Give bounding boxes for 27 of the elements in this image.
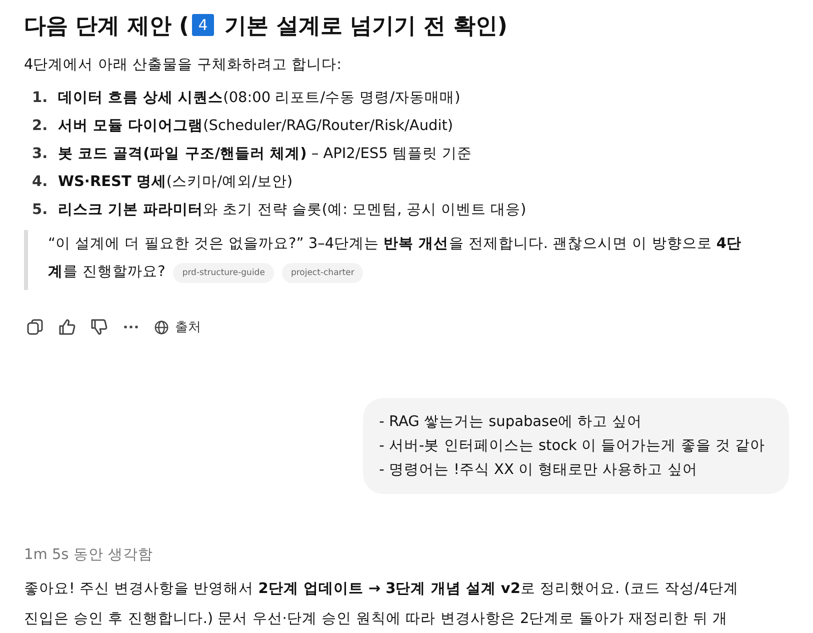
message-line: - 서버-봇 인터페이스는 stock 이 들어가는게 좋을 것 같아 — [379, 437, 765, 456]
thumbs-up-icon[interactable] — [58, 318, 76, 336]
reply-line: 진입은 승인 후 진행합니다.) 문서 우선·단계 승인 원칙에 따라 변경사항은 2단계로 돌아가 재정리한 뒤 개 — [24, 610, 728, 629]
step-number: 2. — [32, 117, 48, 136]
source-chip[interactable]: prd-structure-guide — [173, 263, 274, 283]
step-number: 4. — [32, 173, 48, 192]
step-text: 봇 코드 골격(파일 구조/핸들러 체계) – API2/ES5 템플릿 기준 — [58, 145, 472, 164]
step-number: 3. — [32, 145, 48, 164]
source-chip[interactable]: project-charter — [282, 263, 364, 283]
quote-text: “이 설계에 더 필요한 것은 없을까요?” 3–4단계는 반복 개선을 전제합니다. 괜찮으시면 이 방향으로 4단 — [48, 236, 742, 252]
copy-icon[interactable] — [26, 318, 44, 336]
heading: 다음 단계 제안 ( 4 기본 설계로 넘기기 전 확인) — [24, 14, 508, 39]
message-line: - RAG 쌓는거는 supabase에 하고 싶어 — [379, 413, 644, 432]
thinking-status[interactable]: 1m 5s 동안 생각함 — [24, 542, 789, 568]
step-number: 1. — [32, 89, 48, 108]
intro-text: 4단계에서 아래 산출물을 구체화하려고 합니다: — [24, 56, 343, 75]
step-text: 서버 모듈 다이어그램(Scheduler/RAG/Router/Risk/Audit) — [58, 117, 454, 136]
reply-line: 좋아요! 주신 변경사항을 반영해서 2단계 업데이트 → 3단계 개념 설계 v2로 정리했어요. (코드 작성/4단계 — [24, 580, 739, 599]
sources-button[interactable]: 출처 — [154, 318, 201, 336]
step-number: 5. — [32, 201, 48, 220]
thumbs-down-icon[interactable] — [90, 318, 108, 336]
globe-icon — [154, 320, 169, 334]
message-line: - 명령어는 !주식 XX 이 형태로만 사용하고 싶어 — [379, 461, 698, 480]
step-text: WS·REST 명세(스키마/예외/보안) — [58, 173, 292, 192]
step-text: 리스크 기본 파라미터와 초기 전략 슬롯(예: 모멘텀, 공시 이벤트 대응) — [58, 201, 526, 220]
quote-text: 계를 진행할까요? — [48, 264, 166, 280]
step-text: 데이터 흐름 상세 시퀀스(08:00 리포트/수동 명령/자동매매) — [58, 89, 460, 108]
